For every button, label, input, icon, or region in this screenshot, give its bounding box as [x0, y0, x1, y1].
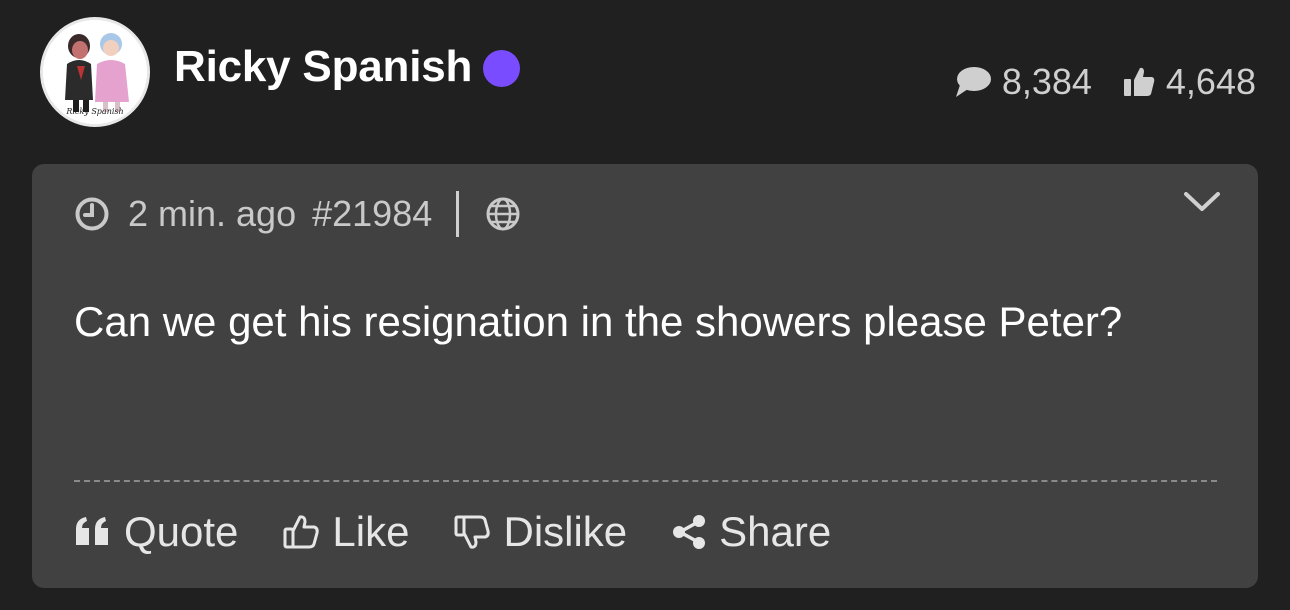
- online-status-dot: [483, 49, 521, 87]
- dislike-label: Dislike: [503, 508, 628, 555]
- like-button[interactable]: Like: [282, 508, 409, 556]
- share-icon: [673, 515, 706, 549]
- quote-icon: [76, 517, 108, 545]
- quote-button[interactable]: Quote: [74, 508, 238, 556]
- chevron-down-icon[interactable]: [1182, 188, 1222, 216]
- post-header: Ricky Spanish Ricky Spanish 8,384 4,648: [0, 0, 1290, 150]
- comment-count: 8,384: [954, 61, 1092, 103]
- username[interactable]: Ricky Spanish: [174, 42, 472, 92]
- quote-label: Quote: [124, 508, 239, 555]
- globe-icon: [486, 197, 520, 231]
- user-stats: 8,384 4,648: [954, 61, 1256, 103]
- thumbs-down-outline-icon: [454, 515, 491, 549]
- like-label: Like: [332, 508, 410, 555]
- thumbs-up-icon: [1123, 67, 1155, 96]
- comment-count-value: 8,384: [1001, 61, 1092, 102]
- post-id-link[interactable]: #21984: [312, 193, 432, 235]
- avatar[interactable]: Ricky Spanish: [40, 17, 150, 127]
- avatar-caption: Ricky Spanish: [65, 107, 123, 116]
- actions-separator: [74, 480, 1217, 482]
- clock-icon: [75, 197, 109, 231]
- post-card: 2 min. ago #21984 Can we get his resigna…: [32, 164, 1258, 588]
- username-block: Ricky Spanish: [174, 42, 521, 92]
- like-count-value: 4,648: [1165, 61, 1256, 102]
- post-body: Can we get his resignation in the shower…: [74, 298, 1123, 345]
- post-actions: Quote Like Dislike Share: [74, 508, 831, 556]
- like-count: 4,648: [1122, 61, 1256, 103]
- comment-icon: [955, 67, 991, 97]
- post-meta: 2 min. ago #21984: [74, 191, 521, 237]
- meta-divider: [456, 191, 460, 237]
- dislike-button[interactable]: Dislike: [453, 508, 627, 556]
- share-button[interactable]: Share: [671, 508, 831, 556]
- share-label: Share: [719, 508, 832, 555]
- thumbs-up-outline-icon: [283, 515, 320, 549]
- avatar-image: Ricky Spanish: [43, 20, 147, 124]
- post-time: 2 min. ago: [128, 193, 297, 234]
